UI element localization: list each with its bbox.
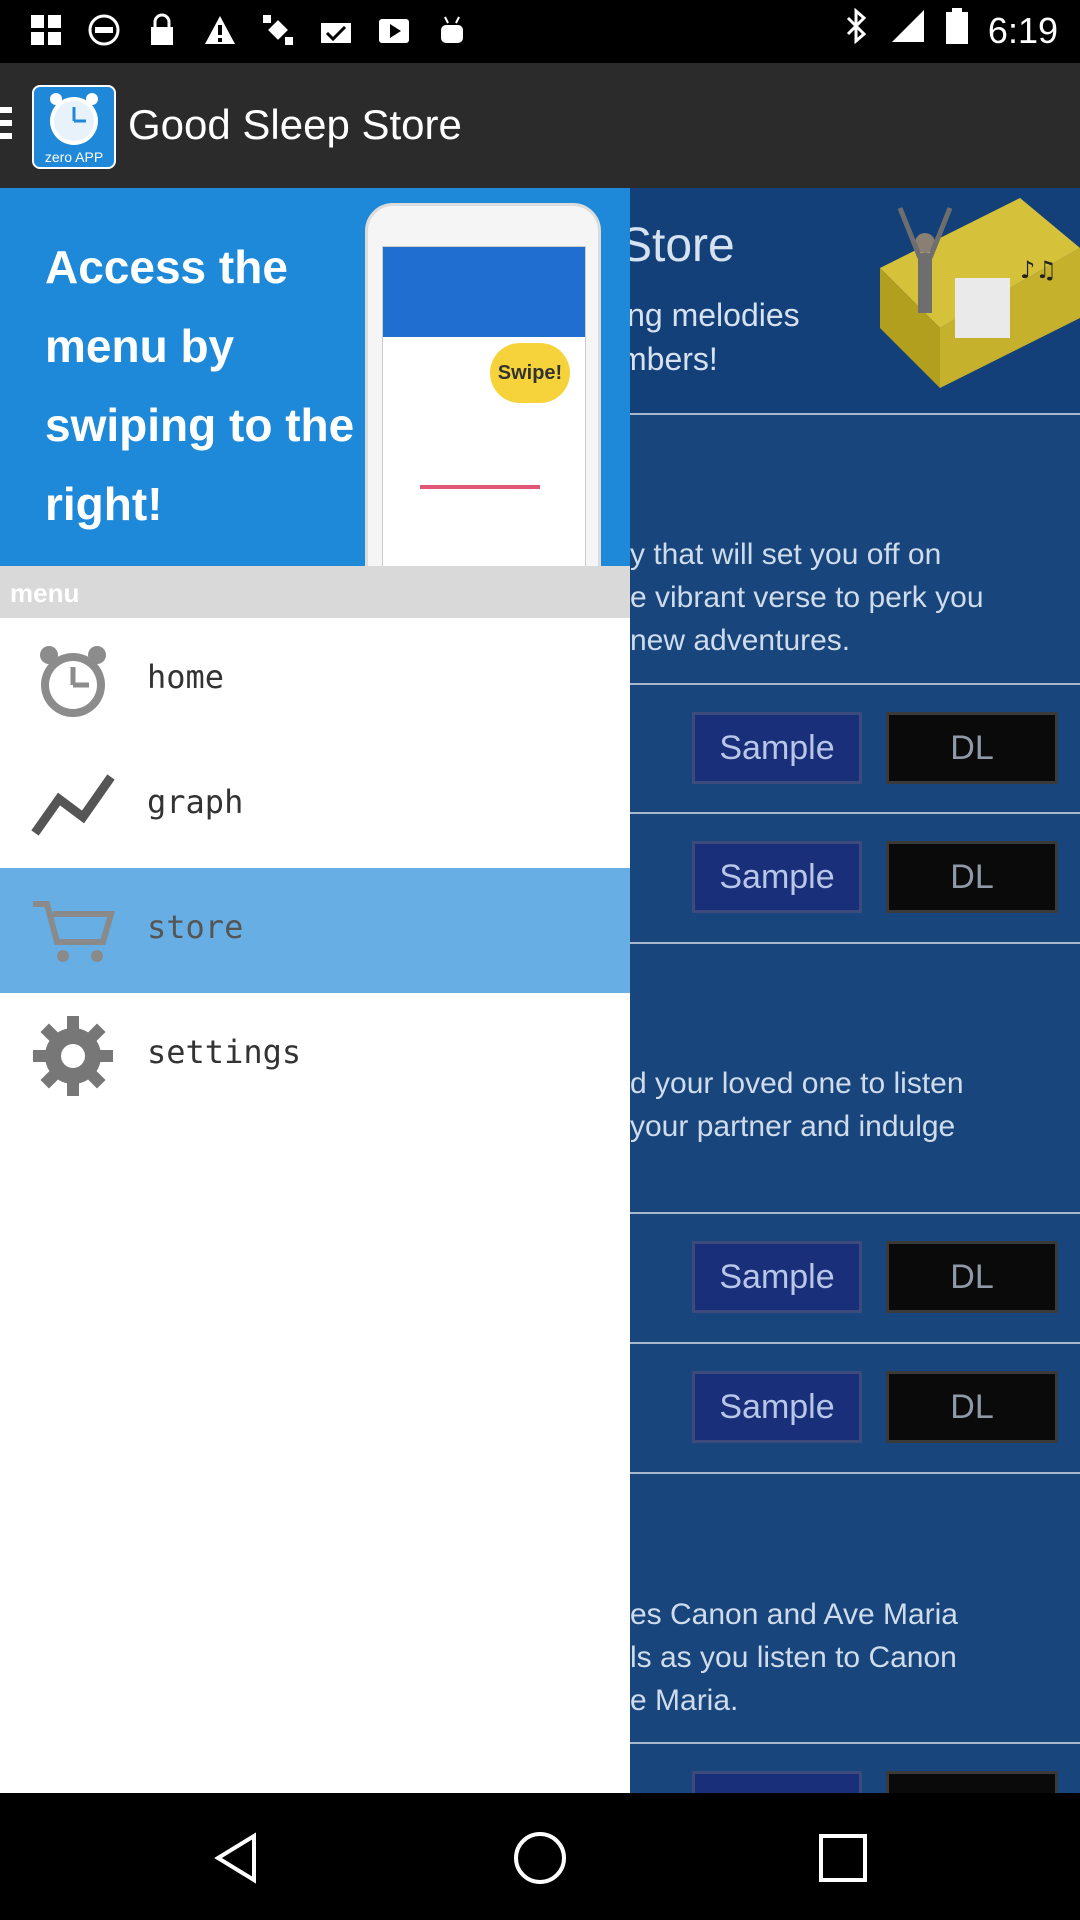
grid-icon — [28, 12, 64, 48]
menu-item-label: settings — [147, 1033, 302, 1071]
store-header-title: Store — [620, 219, 735, 272]
svg-text:♪♫: ♪♫ — [1020, 256, 1057, 284]
phone-screen — [382, 246, 586, 566]
swipe-hint-banner: Access the menu by swiping to the right!… — [0, 188, 630, 566]
status-time: 6:19 — [987, 9, 1058, 51]
menu-item-label: home — [147, 658, 225, 696]
clock-icon — [30, 638, 115, 723]
system-nav-bar — [0, 1793, 1080, 1920]
section-description: y that will set you off on e vibrant ver… — [630, 533, 1080, 662]
gear-icon — [30, 1013, 115, 1098]
menu-header: menu — [0, 566, 630, 618]
menu-item-label: store — [147, 908, 244, 946]
app-logo-label: zero APP — [44, 149, 104, 165]
bluetooth-icon — [844, 7, 870, 53]
sample-button[interactable]: Sample — [692, 1371, 862, 1443]
download-button[interactable] — [886, 1771, 1058, 1793]
download-button[interactable]: DL — [886, 841, 1058, 913]
menu-item-store[interactable]: store — [0, 868, 630, 993]
cart-icon — [30, 888, 115, 973]
section-description: es Canon and Ave Maria ls as you listen … — [630, 1593, 1080, 1722]
menu-item-settings[interactable]: settings — [0, 993, 630, 1118]
lock-icon — [144, 12, 180, 48]
desc-line: your partner and indulge — [630, 1110, 956, 1143]
battery-icon — [945, 8, 968, 53]
bed-illustration-icon: ♪♫ — [880, 198, 1080, 388]
header-sub-line: mbers! — [620, 341, 718, 377]
header-sub-line: ing melodies — [620, 297, 800, 333]
menu-item-home[interactable]: home — [0, 618, 630, 743]
back-icon[interactable] — [203, 1823, 273, 1893]
home-icon[interactable] — [505, 1823, 575, 1893]
store-header-subtitle: ing melodies mbers! — [620, 293, 800, 381]
app-bar: zero APP Good Sleep Store — [0, 63, 1080, 188]
sample-button[interactable]: Sample — [692, 1241, 862, 1313]
download-button[interactable]: DL — [886, 1241, 1058, 1313]
sample-button[interactable]: Sample — [692, 841, 862, 913]
drawer-toggle-icon[interactable] — [0, 107, 12, 146]
status-right: 6:19 — [844, 7, 1058, 53]
android-icon — [434, 12, 470, 48]
navigation-drawer: Access the menu by swiping to the right!… — [0, 188, 630, 1793]
desc-line: d your loved one to listen — [630, 1067, 964, 1100]
play-icon — [376, 12, 412, 48]
desc-line: e Maria. — [630, 1684, 739, 1717]
menu-item-graph[interactable]: graph — [0, 743, 630, 868]
swipe-bubble: Swipe! — [490, 343, 570, 403]
recents-icon[interactable] — [808, 1823, 878, 1893]
check-box-icon — [318, 12, 354, 48]
block-icon — [86, 12, 122, 48]
graph-icon — [30, 763, 115, 848]
section-description: d your loved one to listen your partner … — [630, 1062, 1080, 1148]
phone-screen-header — [383, 247, 585, 337]
desc-line: y that will set you off on — [630, 538, 942, 571]
desc-line: new adventures. — [630, 624, 851, 657]
desc-line: es Canon and Ave Maria — [630, 1598, 958, 1631]
desc-line: ls as you listen to Canon — [630, 1641, 957, 1674]
menu-item-label: graph — [147, 783, 244, 821]
sample-button[interactable]: Sample — [692, 712, 862, 784]
menu-header-label: menu — [10, 578, 80, 608]
satellite-icon — [260, 12, 296, 48]
swipe-arrow-icon — [420, 485, 540, 489]
banner-text: Access the menu by swiping to the right! — [45, 241, 355, 530]
app-title: Good Sleep Store — [128, 101, 462, 148]
status-bar: 6:19 — [0, 0, 1080, 63]
warning-icon — [202, 12, 238, 48]
notification-icons — [28, 12, 470, 48]
app-logo-icon[interactable]: zero APP — [32, 85, 116, 169]
download-button[interactable]: DL — [886, 1371, 1058, 1443]
signal-icon — [890, 8, 926, 53]
download-button[interactable]: DL — [886, 712, 1058, 784]
desc-line: e vibrant verse to perk you — [630, 581, 984, 614]
sample-button[interactable] — [692, 1771, 862, 1793]
